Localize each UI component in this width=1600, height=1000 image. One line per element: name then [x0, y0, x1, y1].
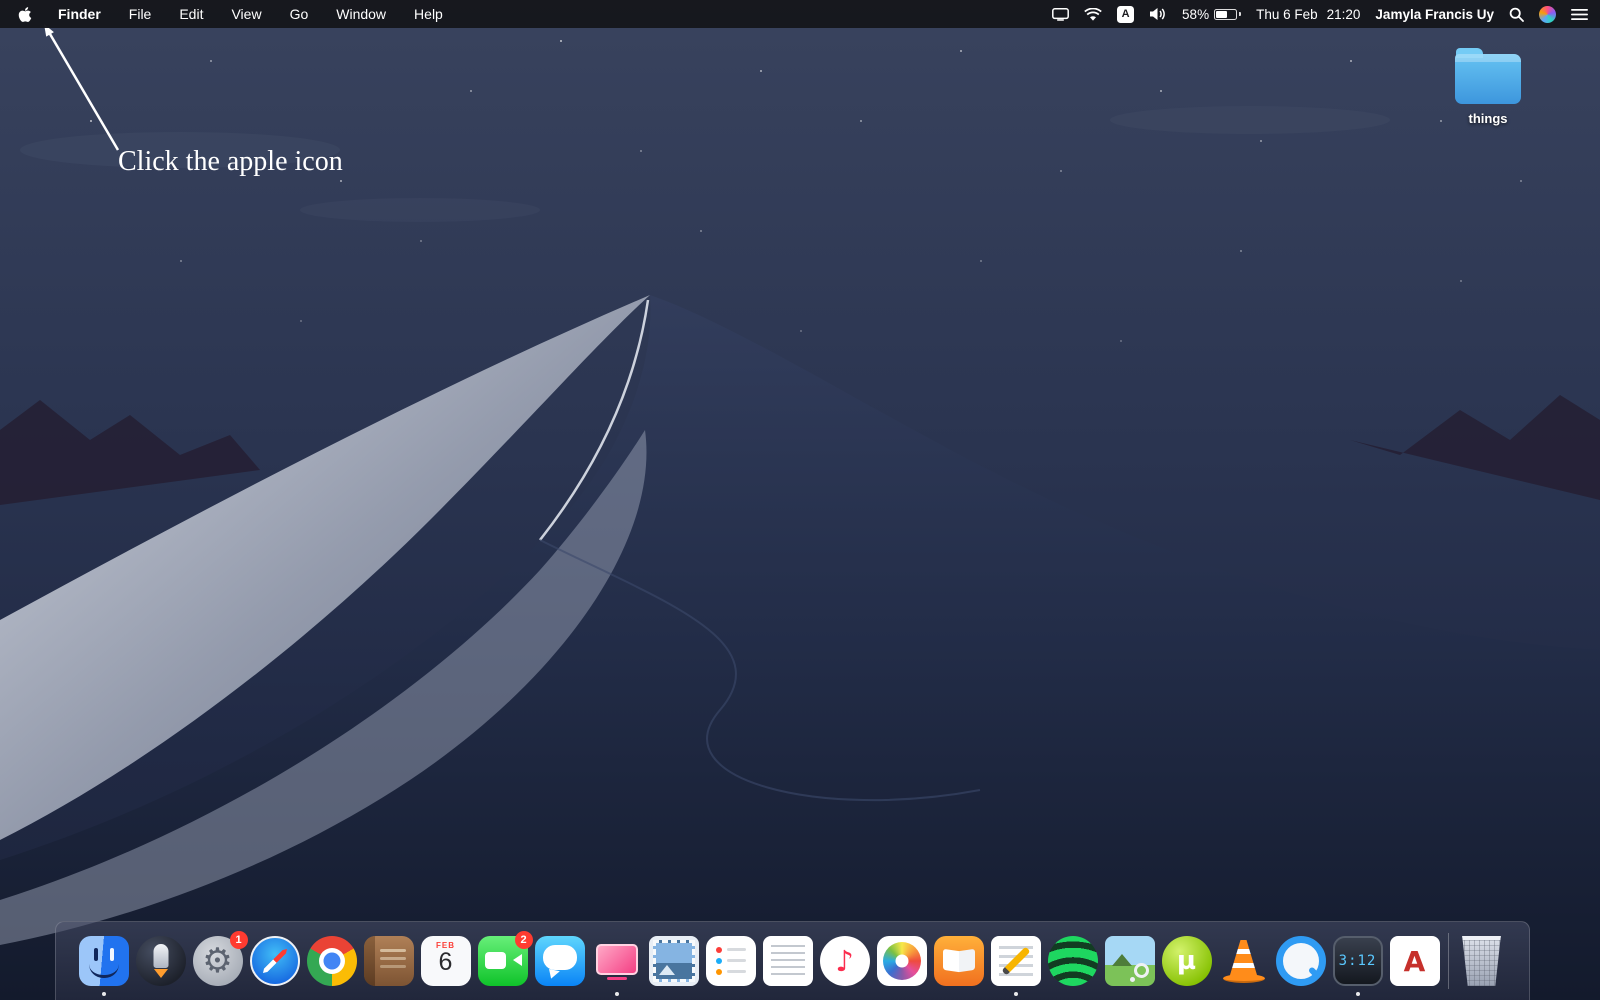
- folder-icon: [1455, 54, 1521, 104]
- running-indicator: [615, 992, 619, 996]
- apple-menu-icon[interactable]: [12, 6, 38, 23]
- dock-item-system-preferences[interactable]: 1: [193, 936, 243, 986]
- notification-badge: 2: [515, 931, 533, 949]
- dock-item-vlc[interactable]: [1219, 936, 1269, 986]
- dock-item-textedit[interactable]: [763, 936, 813, 986]
- dock-item-preview[interactable]: [1105, 936, 1155, 986]
- menu-bar-status: A 58% Thu 6 Feb 21:20 Jamyla Francis Uy: [1052, 6, 1588, 23]
- menu-bar: FinderFileEditViewGoWindowHelp A 58% Thu…: [0, 0, 1600, 28]
- display-icon: [592, 936, 642, 986]
- dock-item-calendar[interactable]: FEB6: [421, 936, 471, 986]
- fast-user-switch-menu[interactable]: Jamyla Francis Uy: [1375, 7, 1494, 22]
- textedit-icon: [763, 936, 813, 986]
- siri-icon[interactable]: [1539, 6, 1556, 23]
- vlc-icon: [1219, 936, 1269, 986]
- dock-item-trash[interactable]: [1457, 936, 1507, 986]
- battery-percent: 58%: [1182, 7, 1209, 22]
- news-icon: [991, 936, 1041, 986]
- menu-bar-time: 21:20: [1327, 7, 1361, 22]
- desktop-folder-things[interactable]: things: [1450, 46, 1526, 126]
- dock-item-safari[interactable]: [250, 936, 300, 986]
- dock-item-music[interactable]: [820, 936, 870, 986]
- battery-indicator[interactable]: 58%: [1182, 7, 1241, 22]
- menu-finder[interactable]: Finder: [44, 6, 115, 22]
- finder-icon: [79, 936, 129, 986]
- wifi-icon[interactable]: [1084, 8, 1102, 21]
- notification-center-icon[interactable]: [1571, 8, 1588, 21]
- dock-item-chrome[interactable]: [307, 936, 357, 986]
- menu-bar-date: Thu 6 Feb: [1256, 7, 1318, 22]
- spotify-icon: [1048, 936, 1098, 986]
- battery-fill: [1216, 11, 1227, 18]
- safari-icon: [250, 936, 300, 986]
- menu-window[interactable]: Window: [322, 6, 400, 22]
- dock-item-mail-stamp[interactable]: [649, 936, 699, 986]
- dock-item-messages[interactable]: [535, 936, 585, 986]
- mail-stamp-icon: [649, 936, 699, 986]
- battery-nub: [1239, 12, 1241, 16]
- launchpad-icon: [136, 936, 186, 986]
- menu-edit[interactable]: Edit: [165, 6, 217, 22]
- dock-item-utorrent[interactable]: µ: [1162, 936, 1212, 986]
- menu-go[interactable]: Go: [276, 6, 323, 22]
- dock-item-clock[interactable]: 3:12: [1333, 936, 1383, 986]
- dock-item-reminders[interactable]: [706, 936, 756, 986]
- input-source-icon[interactable]: A: [1117, 6, 1134, 23]
- clock-icon: 3:12: [1333, 936, 1383, 986]
- menu-bar-clock[interactable]: Thu 6 Feb 21:20: [1256, 7, 1360, 22]
- quicktime-icon: [1276, 936, 1326, 986]
- dock-item-spotify[interactable]: [1048, 936, 1098, 986]
- volume-icon[interactable]: [1149, 7, 1167, 21]
- dock: 1FEB62µ3:12A: [55, 921, 1530, 1000]
- preview-icon: [1105, 936, 1155, 986]
- dock-separator: [1448, 933, 1449, 989]
- dock-item-quicktime[interactable]: [1276, 936, 1326, 986]
- calendar-icon: FEB6: [421, 936, 471, 986]
- trash-icon: [1459, 936, 1505, 986]
- menu-view[interactable]: View: [217, 6, 275, 22]
- annotation-label: Click the apple icon: [118, 146, 343, 178]
- folder-label: things: [1450, 111, 1526, 126]
- running-indicator: [1014, 992, 1018, 996]
- menu-file[interactable]: File: [115, 6, 166, 22]
- reminders-icon: [706, 936, 756, 986]
- dock-item-autocad[interactable]: A: [1390, 936, 1440, 986]
- battery-icon: [1214, 9, 1237, 20]
- app-menus: FinderFileEditViewGoWindowHelp: [44, 6, 457, 22]
- menu-help[interactable]: Help: [400, 6, 457, 22]
- display-icon[interactable]: [1052, 8, 1069, 21]
- spotlight-search-icon[interactable]: [1509, 7, 1524, 22]
- autocad-icon: A: [1390, 936, 1440, 986]
- dock-item-address-book[interactable]: [364, 936, 414, 986]
- messages-icon: [535, 936, 585, 986]
- dock-item-finder[interactable]: [79, 936, 129, 986]
- dock-item-launchpad[interactable]: [136, 936, 186, 986]
- books-icon: [934, 936, 984, 986]
- dock-item-news[interactable]: [991, 936, 1041, 986]
- dock-item-books[interactable]: [934, 936, 984, 986]
- utorrent-icon: µ: [1162, 936, 1212, 986]
- photos-icon: [877, 936, 927, 986]
- dock-item-photos[interactable]: [877, 936, 927, 986]
- dock-item-display[interactable]: [592, 936, 642, 986]
- music-icon: [820, 936, 870, 986]
- dock-item-facetime[interactable]: 2: [478, 936, 528, 986]
- running-indicator: [102, 992, 106, 996]
- address-book-icon: [364, 936, 414, 986]
- chrome-icon: [307, 936, 357, 986]
- running-indicator: [1356, 992, 1360, 996]
- notification-badge: 1: [230, 931, 248, 949]
